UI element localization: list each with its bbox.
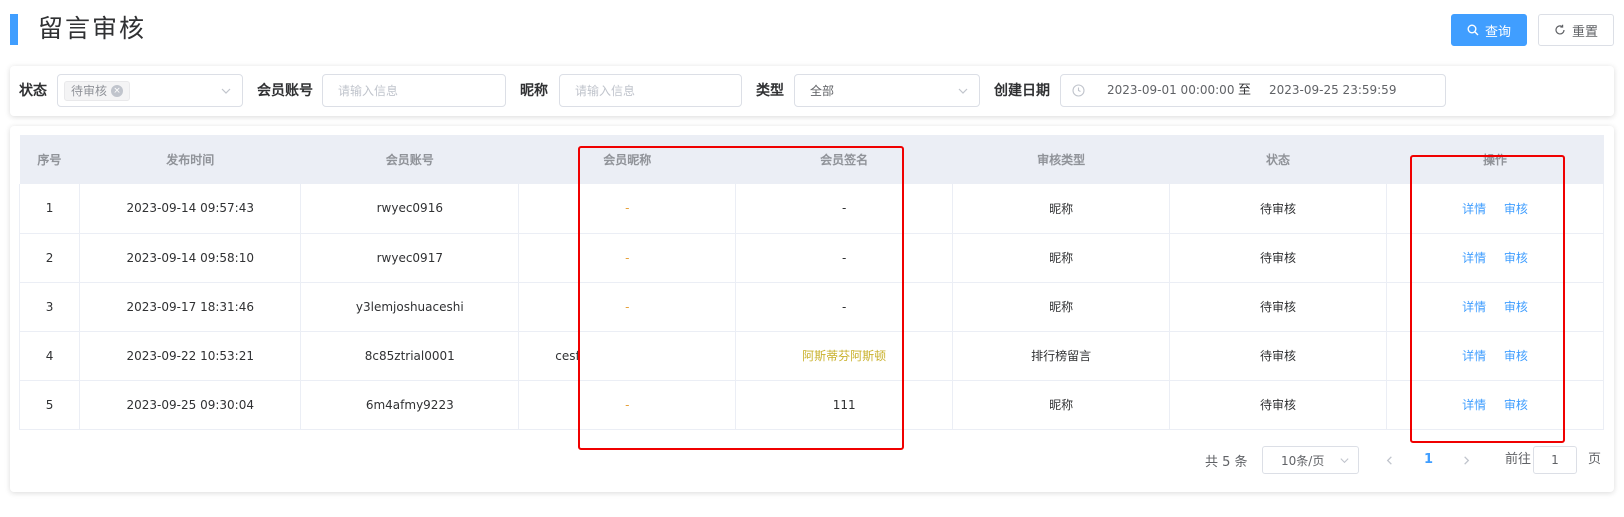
- column-header: 发布时间: [79, 135, 302, 184]
- highlight-box-actions: [1410, 155, 1565, 443]
- account-filter-label: 会员账号: [257, 83, 313, 99]
- account-field[interactable]: [322, 74, 506, 107]
- member-account: rwyec0917: [300, 233, 520, 283]
- reset-button-label: 重置: [1571, 24, 1598, 40]
- date-start[interactable]: 2023-09-01 00:00:00: [1107, 75, 1234, 106]
- publish-time: 2023-09-25 09:30:04: [79, 380, 302, 430]
- publish-time: 2023-09-14 09:58:10: [79, 233, 302, 283]
- account-input[interactable]: [323, 83, 505, 98]
- tag-close-icon[interactable]: ×: [111, 84, 124, 97]
- column-header: 会员账号: [300, 135, 520, 184]
- refresh-icon: [1555, 24, 1565, 35]
- date-separator: 至: [1238, 83, 1252, 98]
- title-accent-bar: [10, 14, 18, 45]
- row-index: 4: [18, 331, 81, 381]
- review-status: 待审核: [1169, 233, 1388, 283]
- member-account: 8c85ztrial0001: [300, 331, 520, 381]
- status-tag: 待审核 ×: [64, 80, 131, 101]
- status-filter-label: 状态: [19, 83, 47, 99]
- next-page-icon[interactable]: [1461, 455, 1472, 466]
- page-title: 留言审核: [38, 14, 147, 43]
- chevron-down-icon: [1340, 458, 1349, 464]
- review-status: 待审核: [1169, 184, 1388, 234]
- row-index: 5: [18, 380, 81, 430]
- page-suffix: 页: [1588, 452, 1602, 467]
- date-filter-label: 创建日期: [994, 83, 1050, 99]
- publish-time: 2023-09-14 09:57:43: [79, 184, 302, 234]
- search-icon: [1467, 24, 1479, 36]
- review-type: 昵称: [952, 233, 1171, 283]
- column-header: 状态: [1169, 135, 1388, 184]
- goto-page-input[interactable]: 1: [1533, 446, 1577, 474]
- publish-time: 2023-09-17 18:31:46: [79, 282, 302, 332]
- review-type: 昵称: [952, 184, 1171, 234]
- nickname-input[interactable]: [560, 83, 741, 98]
- review-status: 待审核: [1169, 282, 1388, 332]
- review-type: 排行榜留言: [952, 331, 1171, 381]
- member-account: y3lemjoshuaceshi: [300, 282, 520, 332]
- search-button[interactable]: 查询: [1451, 14, 1527, 46]
- chevron-down-icon: [958, 88, 968, 94]
- review-type: 昵称: [952, 380, 1171, 430]
- filter-bar: 状态 待审核 × 会员账号 昵称 类型 全部 创建日期 2023-09-01 0…: [10, 66, 1614, 116]
- page-size-select[interactable]: 10条/页: [1262, 446, 1359, 474]
- review-type: 昵称: [952, 282, 1171, 332]
- nickname-field[interactable]: [559, 74, 742, 107]
- prev-page-icon[interactable]: [1384, 455, 1395, 466]
- row-index: 2: [18, 233, 81, 283]
- publish-time: 2023-09-22 10:53:21: [79, 331, 302, 381]
- column-header: 审核类型: [952, 135, 1171, 184]
- date-end[interactable]: 2023-09-25 23:59:59: [1269, 75, 1396, 106]
- search-button-label: 查询: [1484, 24, 1511, 40]
- review-status: 待审核: [1169, 331, 1388, 381]
- goto-label: 前往: [1505, 452, 1532, 467]
- highlight-box-nickname-signature: [578, 146, 904, 450]
- status-select[interactable]: 待审核 ×: [57, 74, 243, 107]
- column-header: 序号: [19, 135, 81, 184]
- type-filter-label: 类型: [756, 83, 784, 99]
- nickname-filter-label: 昵称: [520, 83, 548, 99]
- row-index: 1: [18, 184, 81, 234]
- member-account: 6m4afmy9223: [300, 380, 520, 430]
- review-status: 待审核: [1169, 380, 1388, 430]
- clock-icon: [1072, 84, 1085, 97]
- row-index: 3: [18, 282, 81, 332]
- current-page[interactable]: 1: [1424, 446, 1433, 474]
- page-size-value: 10条/页: [1281, 453, 1325, 468]
- reset-button[interactable]: 重置: [1538, 14, 1614, 46]
- type-select-value: 全部: [810, 84, 835, 98]
- member-account: rwyec0916: [300, 184, 520, 234]
- type-select[interactable]: 全部: [794, 74, 980, 107]
- chevron-down-icon: [221, 88, 231, 94]
- total-count: 共 5 条: [1205, 454, 1248, 470]
- date-range-picker[interactable]: 2023-09-01 00:00:00 至 2023-09-25 23:59:5…: [1060, 74, 1446, 107]
- status-tag-label: 待审核: [71, 84, 108, 98]
